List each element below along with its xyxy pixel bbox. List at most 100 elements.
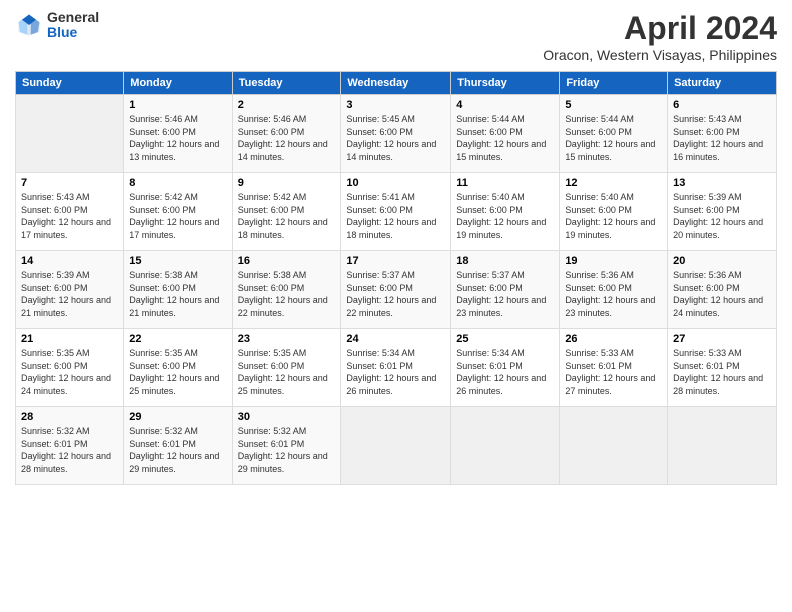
day-info: Sunrise: 5:46 AMSunset: 6:00 PMDaylight:… — [129, 113, 226, 163]
calendar-cell — [341, 407, 451, 485]
day-info: Sunrise: 5:37 AMSunset: 6:00 PMDaylight:… — [346, 269, 445, 319]
logo-icon — [15, 11, 43, 39]
day-info: Sunrise: 5:35 AMSunset: 6:00 PMDaylight:… — [129, 347, 226, 397]
day-info: Sunrise: 5:42 AMSunset: 6:00 PMDaylight:… — [129, 191, 226, 241]
calendar-cell: 22 Sunrise: 5:35 AMSunset: 6:00 PMDaylig… — [124, 329, 232, 407]
calendar-cell: 17 Sunrise: 5:37 AMSunset: 6:00 PMDaylig… — [341, 251, 451, 329]
page-header: General Blue April 2024 Oracon, Western … — [15, 10, 777, 63]
calendar-cell: 5 Sunrise: 5:44 AMSunset: 6:00 PMDayligh… — [560, 95, 668, 173]
calendar-week-2: 14 Sunrise: 5:39 AMSunset: 6:00 PMDaylig… — [16, 251, 777, 329]
header-friday: Friday — [560, 72, 668, 95]
day-info: Sunrise: 5:38 AMSunset: 6:00 PMDaylight:… — [129, 269, 226, 319]
day-number: 2 — [238, 99, 336, 111]
calendar-cell: 4 Sunrise: 5:44 AMSunset: 6:00 PMDayligh… — [451, 95, 560, 173]
calendar-cell: 19 Sunrise: 5:36 AMSunset: 6:00 PMDaylig… — [560, 251, 668, 329]
day-info: Sunrise: 5:41 AMSunset: 6:00 PMDaylight:… — [346, 191, 445, 241]
logo-blue-text: Blue — [47, 25, 99, 40]
day-info: Sunrise: 5:43 AMSunset: 6:00 PMDaylight:… — [673, 113, 771, 163]
day-number: 28 — [21, 411, 118, 423]
header-wednesday: Wednesday — [341, 72, 451, 95]
day-number: 15 — [129, 255, 226, 267]
calendar-table: Sunday Monday Tuesday Wednesday Thursday… — [15, 71, 777, 485]
day-info: Sunrise: 5:33 AMSunset: 6:01 PMDaylight:… — [673, 347, 771, 397]
calendar-cell: 30 Sunrise: 5:32 AMSunset: 6:01 PMDaylig… — [232, 407, 341, 485]
day-info: Sunrise: 5:36 AMSunset: 6:00 PMDaylight:… — [673, 269, 771, 319]
day-info: Sunrise: 5:42 AMSunset: 6:00 PMDaylight:… — [238, 191, 336, 241]
calendar-page: General Blue April 2024 Oracon, Western … — [0, 0, 792, 612]
header-tuesday: Tuesday — [232, 72, 341, 95]
calendar-cell: 29 Sunrise: 5:32 AMSunset: 6:01 PMDaylig… — [124, 407, 232, 485]
day-number: 22 — [129, 333, 226, 345]
calendar-cell: 6 Sunrise: 5:43 AMSunset: 6:00 PMDayligh… — [668, 95, 777, 173]
day-info: Sunrise: 5:46 AMSunset: 6:00 PMDaylight:… — [238, 113, 336, 163]
calendar-cell: 12 Sunrise: 5:40 AMSunset: 6:00 PMDaylig… — [560, 173, 668, 251]
calendar-header: Sunday Monday Tuesday Wednesday Thursday… — [16, 72, 777, 95]
calendar-cell: 28 Sunrise: 5:32 AMSunset: 6:01 PMDaylig… — [16, 407, 124, 485]
calendar-week-0: 1 Sunrise: 5:46 AMSunset: 6:00 PMDayligh… — [16, 95, 777, 173]
day-info: Sunrise: 5:34 AMSunset: 6:01 PMDaylight:… — [456, 347, 554, 397]
day-info: Sunrise: 5:36 AMSunset: 6:00 PMDaylight:… — [565, 269, 662, 319]
header-thursday: Thursday — [451, 72, 560, 95]
day-number: 1 — [129, 99, 226, 111]
day-number: 14 — [21, 255, 118, 267]
day-number: 17 — [346, 255, 445, 267]
day-info: Sunrise: 5:40 AMSunset: 6:00 PMDaylight:… — [456, 191, 554, 241]
day-number: 10 — [346, 177, 445, 189]
calendar-cell — [16, 95, 124, 173]
day-number: 30 — [238, 411, 336, 423]
calendar-cell: 21 Sunrise: 5:35 AMSunset: 6:00 PMDaylig… — [16, 329, 124, 407]
day-number: 25 — [456, 333, 554, 345]
calendar-cell: 16 Sunrise: 5:38 AMSunset: 6:00 PMDaylig… — [232, 251, 341, 329]
day-number: 12 — [565, 177, 662, 189]
calendar-cell: 20 Sunrise: 5:36 AMSunset: 6:00 PMDaylig… — [668, 251, 777, 329]
calendar-cell: 24 Sunrise: 5:34 AMSunset: 6:01 PMDaylig… — [341, 329, 451, 407]
calendar-cell: 18 Sunrise: 5:37 AMSunset: 6:00 PMDaylig… — [451, 251, 560, 329]
location-subtitle: Oracon, Western Visayas, Philippines — [543, 47, 777, 63]
day-number: 23 — [238, 333, 336, 345]
day-number: 5 — [565, 99, 662, 111]
day-info: Sunrise: 5:44 AMSunset: 6:00 PMDaylight:… — [456, 113, 554, 163]
title-block: April 2024 Oracon, Western Visayas, Phil… — [543, 10, 777, 63]
calendar-cell: 10 Sunrise: 5:41 AMSunset: 6:00 PMDaylig… — [341, 173, 451, 251]
month-title: April 2024 — [543, 10, 777, 47]
calendar-cell: 26 Sunrise: 5:33 AMSunset: 6:01 PMDaylig… — [560, 329, 668, 407]
day-number: 7 — [21, 177, 118, 189]
day-number: 19 — [565, 255, 662, 267]
calendar-cell: 15 Sunrise: 5:38 AMSunset: 6:00 PMDaylig… — [124, 251, 232, 329]
calendar-week-1: 7 Sunrise: 5:43 AMSunset: 6:00 PMDayligh… — [16, 173, 777, 251]
header-monday: Monday — [124, 72, 232, 95]
day-number: 8 — [129, 177, 226, 189]
header-row: Sunday Monday Tuesday Wednesday Thursday… — [16, 72, 777, 95]
calendar-cell: 1 Sunrise: 5:46 AMSunset: 6:00 PMDayligh… — [124, 95, 232, 173]
calendar-week-3: 21 Sunrise: 5:35 AMSunset: 6:00 PMDaylig… — [16, 329, 777, 407]
calendar-cell: 9 Sunrise: 5:42 AMSunset: 6:00 PMDayligh… — [232, 173, 341, 251]
day-number: 3 — [346, 99, 445, 111]
day-number: 29 — [129, 411, 226, 423]
day-info: Sunrise: 5:33 AMSunset: 6:01 PMDaylight:… — [565, 347, 662, 397]
calendar-cell — [451, 407, 560, 485]
day-info: Sunrise: 5:38 AMSunset: 6:00 PMDaylight:… — [238, 269, 336, 319]
calendar-cell: 14 Sunrise: 5:39 AMSunset: 6:00 PMDaylig… — [16, 251, 124, 329]
calendar-week-4: 28 Sunrise: 5:32 AMSunset: 6:01 PMDaylig… — [16, 407, 777, 485]
day-info: Sunrise: 5:32 AMSunset: 6:01 PMDaylight:… — [238, 425, 336, 475]
header-saturday: Saturday — [668, 72, 777, 95]
day-number: 13 — [673, 177, 771, 189]
day-number: 20 — [673, 255, 771, 267]
calendar-cell: 3 Sunrise: 5:45 AMSunset: 6:00 PMDayligh… — [341, 95, 451, 173]
day-info: Sunrise: 5:43 AMSunset: 6:00 PMDaylight:… — [21, 191, 118, 241]
calendar-cell — [560, 407, 668, 485]
day-info: Sunrise: 5:35 AMSunset: 6:00 PMDaylight:… — [21, 347, 118, 397]
logo-text: General Blue — [47, 10, 99, 41]
calendar-cell: 2 Sunrise: 5:46 AMSunset: 6:00 PMDayligh… — [232, 95, 341, 173]
calendar-cell: 13 Sunrise: 5:39 AMSunset: 6:00 PMDaylig… — [668, 173, 777, 251]
calendar-cell: 25 Sunrise: 5:34 AMSunset: 6:01 PMDaylig… — [451, 329, 560, 407]
day-info: Sunrise: 5:32 AMSunset: 6:01 PMDaylight:… — [21, 425, 118, 475]
calendar-body: 1 Sunrise: 5:46 AMSunset: 6:00 PMDayligh… — [16, 95, 777, 485]
day-number: 6 — [673, 99, 771, 111]
calendar-cell — [668, 407, 777, 485]
day-info: Sunrise: 5:40 AMSunset: 6:00 PMDaylight:… — [565, 191, 662, 241]
calendar-cell: 27 Sunrise: 5:33 AMSunset: 6:01 PMDaylig… — [668, 329, 777, 407]
day-info: Sunrise: 5:39 AMSunset: 6:00 PMDaylight:… — [673, 191, 771, 241]
header-sunday: Sunday — [16, 72, 124, 95]
day-number: 27 — [673, 333, 771, 345]
